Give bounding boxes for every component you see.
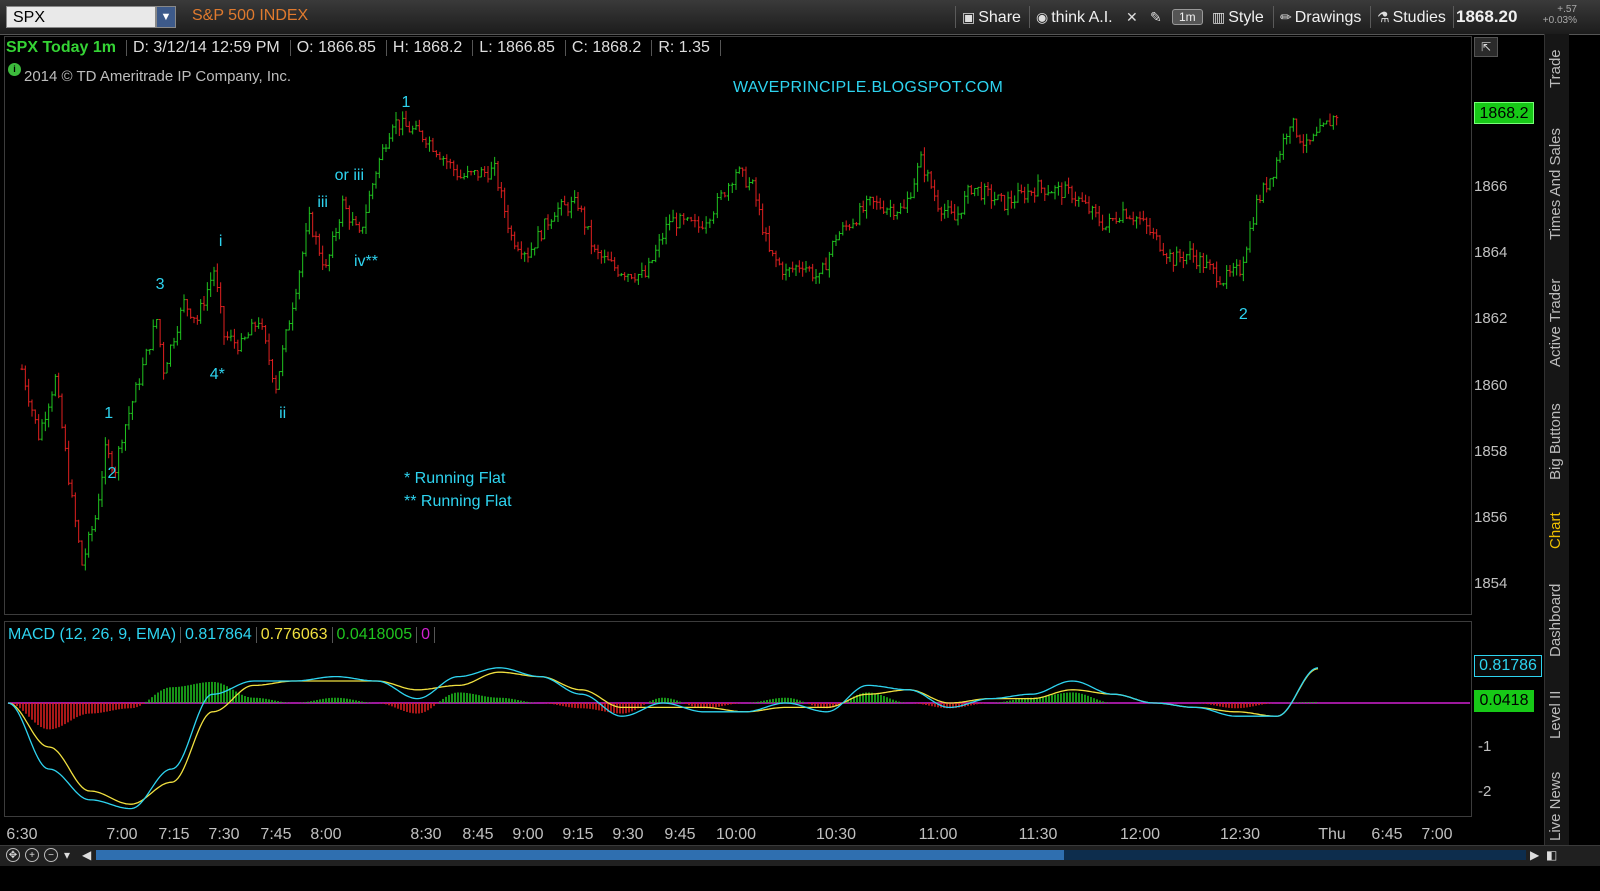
chevron-down-icon[interactable]: ▾ — [64, 848, 70, 862]
study-indicator-icon[interactable]: i — [8, 63, 21, 76]
bar-range: R: 1.35 — [658, 39, 710, 56]
price-info-bar: SPX Today 1m D: 3/12/14 12:59 PM O: 1866.8… — [6, 37, 727, 59]
copyright-notice: 2014 © TD Ameritrade IP Company, Inc. — [24, 68, 292, 85]
blog-watermark: WAVEPRINCIPLE.BLOGSPOT.COM — [733, 79, 1004, 96]
x-tick-label: 8:30 — [410, 826, 442, 843]
macd-diff: 0.0418005 — [336, 626, 413, 643]
note-line: * Running Flat — [404, 470, 506, 487]
wave-label: i — [218, 233, 223, 251]
y-tick-label: 1862 — [1474, 310, 1508, 328]
x-tick-label: 7:15 — [158, 826, 190, 843]
x-tick-label: 6:30 — [6, 826, 38, 843]
x-tick-label: 9:45 — [664, 826, 696, 843]
bar-open: O: 1866.85 — [296, 39, 376, 56]
macd-legend: MACD (12, 26, 9, EMA) 0.817864 0.776063 0.0… — [8, 624, 439, 646]
last-price-marker: 1868.2 — [1474, 102, 1534, 124]
wave-label: 4* — [209, 365, 225, 383]
y-tick-label: 1866 — [1474, 178, 1508, 195]
wave-label: or iii — [334, 167, 364, 185]
pin-icon[interactable]: ⇱ — [1474, 37, 1498, 57]
macd-value-line — [7, 667, 1319, 810]
macd-tick: -2 — [1478, 783, 1492, 800]
expand-icon[interactable]: ◧ — [1546, 848, 1557, 862]
x-tick-label: 12:00 — [1119, 826, 1161, 843]
macd-avg: 0.776063 — [260, 626, 328, 643]
x-tick-label: Thu — [1318, 826, 1346, 843]
zoom-out-icon[interactable]: − — [44, 848, 58, 862]
macd-avg-line — [7, 668, 1319, 805]
x-tick-label: 10:00 — [715, 826, 757, 843]
wave-label: 2 — [107, 464, 117, 482]
x-tick-label: 7:00 — [1421, 826, 1453, 843]
y-tick-label: 1854 — [1474, 575, 1508, 593]
macd-title: MACD (12, 26, 9, EMA) — [8, 626, 177, 643]
x-tick-label: 9:00 — [512, 826, 544, 843]
x-tick-label: 6:45 — [1371, 826, 1403, 843]
zoom-in-icon[interactable]: + — [25, 848, 39, 862]
time-scrollbar-thumb[interactable] — [96, 850, 1064, 860]
wave-label: 2 — [1238, 306, 1248, 324]
macd-tick: -1 — [1478, 738, 1492, 755]
x-tick-label: 12:30 — [1219, 826, 1261, 843]
bar-date: D: 3/12/14 12:59 PM — [132, 39, 280, 56]
chart-symbol-timeframe: SPX Today 1m — [6, 39, 116, 56]
scroll-right-icon[interactable]: ▶ — [1530, 848, 1539, 862]
x-tick-label: 7:45 — [260, 826, 292, 843]
x-tick-label: 9:15 — [562, 826, 594, 843]
macd-value: 0.817864 — [185, 626, 252, 643]
pan-icon[interactable]: ✥ — [6, 848, 20, 862]
bar-low: L: 1866.85 — [479, 39, 555, 56]
x-tick-label: 8:00 — [310, 826, 342, 843]
y-tick-label: 1856 — [1474, 509, 1508, 526]
wave-label: iv** — [353, 253, 379, 271]
wave-label: 3 — [155, 276, 165, 294]
wave-label: 1 — [401, 94, 411, 112]
wave-label: 1 — [104, 405, 114, 423]
wave-label: ii — [279, 405, 287, 423]
chart-canvas — [7, 110, 1470, 810]
x-tick-label: 7:00 — [106, 826, 138, 843]
y-tick-label: 1860 — [1474, 376, 1508, 394]
x-tick-label: 11:30 — [1018, 826, 1058, 843]
y-tick-label: 1858 — [1474, 442, 1508, 460]
annotation-notes: * Running Flat ** Running Flat — [404, 467, 512, 513]
macd-value-marker: 0.81786 — [1474, 655, 1542, 677]
x-tick-label: 10:30 — [815, 826, 857, 843]
x-tick-label: 7:30 — [208, 826, 240, 843]
note-line: ** Running Flat — [404, 493, 512, 510]
bar-high: H: 1868.2 — [392, 39, 463, 56]
wave-label: iii — [317, 193, 328, 211]
x-tick-label: 8:45 — [462, 826, 494, 843]
y-tick-label: 1864 — [1474, 244, 1508, 262]
scroll-left-icon[interactable]: ◀ — [82, 848, 91, 862]
macd-diff-marker: 0.0418 — [1474, 690, 1534, 712]
x-tick-label: 11:00 — [918, 826, 958, 843]
x-tick-label: 9:30 — [612, 826, 644, 843]
bar-close: C: 1868.2 — [571, 39, 642, 56]
macd-zero: 0 — [421, 626, 431, 643]
